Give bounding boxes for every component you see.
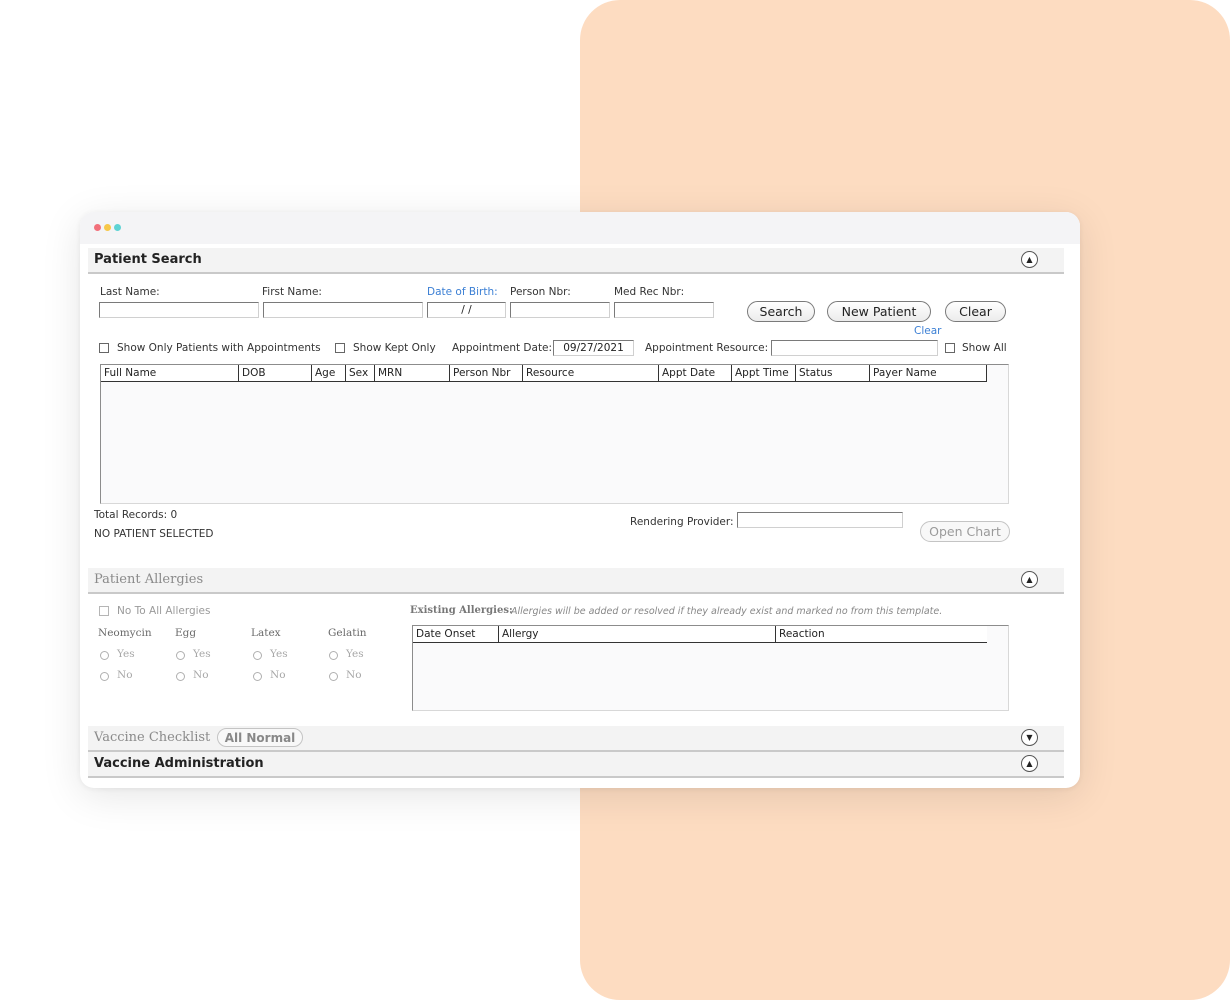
maximize-window-dot[interactable] (114, 224, 121, 231)
neomycin-yes-label: Yes (117, 648, 135, 660)
person-nbr-input[interactable] (510, 302, 610, 318)
allergen-latex-label: Latex (251, 627, 281, 639)
first-name-label: First Name: (262, 286, 322, 298)
person-nbr-label: Person Nbr: (510, 286, 571, 298)
no-to-all-allergies-label: No To All Allergies (117, 605, 211, 617)
patient-allergies-header[interactable]: Patient Allergies ▲ (88, 568, 1064, 594)
no-to-all-allergies-checkbox[interactable] (99, 606, 109, 616)
show-kept-only-checkbox[interactable] (335, 343, 345, 353)
show-only-appts-label: Show Only Patients with Appointments (117, 342, 321, 354)
allergen-egg-label: Egg (175, 627, 197, 639)
search-button[interactable]: Search (747, 301, 815, 322)
no-patient-selected-text: NO PATIENT SELECTED (94, 528, 214, 540)
last-name-input[interactable] (99, 302, 259, 318)
show-all-label: Show All (962, 342, 1007, 354)
gelatin-yes-label: Yes (346, 648, 364, 660)
egg-yes-radio[interactable] (176, 651, 185, 660)
collapse-up-icon[interactable]: ▲ (1021, 251, 1038, 268)
neomycin-no-label: No (117, 669, 133, 681)
existing-allergies-note: Allergies will be added or resolved if t… (511, 606, 943, 617)
neomycin-no-radio[interactable] (100, 672, 109, 681)
existing-allergies-table[interactable]: Date Onset Allergy Reaction (412, 625, 1009, 711)
col-mrn[interactable]: MRN (375, 365, 450, 381)
first-name-input[interactable] (263, 302, 423, 318)
open-chart-button[interactable]: Open Chart (920, 521, 1010, 542)
clear-button[interactable]: Clear (945, 301, 1006, 322)
appt-date-label: Appointment Date: (452, 342, 553, 354)
col-appt-date[interactable]: Appt Date (659, 365, 732, 381)
latex-no-radio[interactable] (253, 672, 262, 681)
vaccine-checklist-header[interactable]: Vaccine Checklist All Normal ▼ (88, 726, 1064, 752)
gelatin-yes-radio[interactable] (329, 651, 338, 660)
total-records-text: Total Records: 0 (94, 509, 178, 521)
patient-results-table[interactable]: Full Name DOB Age Sex MRN Person Nbr Res… (100, 364, 1009, 504)
col-person-nbr[interactable]: Person Nbr (450, 365, 523, 381)
neomycin-yes-radio[interactable] (100, 651, 109, 660)
show-kept-only-label: Show Kept Only (353, 342, 436, 354)
latex-yes-radio[interactable] (253, 651, 262, 660)
col-allergy[interactable]: Allergy (499, 626, 776, 642)
med-rec-input[interactable] (614, 302, 714, 318)
collapse-up-icon[interactable]: ▲ (1021, 755, 1038, 772)
col-payer-name[interactable]: Payer Name (870, 365, 987, 381)
appt-resource-input[interactable] (771, 340, 938, 356)
expand-down-icon[interactable]: ▼ (1021, 729, 1038, 746)
latex-yes-label: Yes (270, 648, 288, 660)
appt-resource-label: Appointment Resource: (645, 342, 769, 354)
all-normal-button[interactable]: All Normal (217, 728, 303, 747)
close-window-dot[interactable] (94, 224, 101, 231)
allergen-neomycin-label: Neomycin (98, 627, 152, 639)
minimize-window-dot[interactable] (104, 224, 111, 231)
egg-no-radio[interactable] (176, 672, 185, 681)
egg-yes-label: Yes (193, 648, 211, 660)
last-name-label: Last Name: (100, 286, 160, 298)
col-dob[interactable]: DOB (239, 365, 312, 381)
window-titlebar (80, 212, 1080, 244)
existing-allergies-label: Existing Allergies: (410, 605, 513, 616)
col-status[interactable]: Status (796, 365, 870, 381)
vaccine-administration-title: Vaccine Administration (94, 756, 264, 771)
patient-search-header[interactable]: Patient Search ▲ (88, 248, 1064, 274)
allergies-table-header: Date Onset Allergy Reaction (413, 626, 987, 643)
rendering-provider-label: Rendering Provider: (630, 516, 734, 528)
show-only-appts-checkbox[interactable] (99, 343, 109, 353)
results-table-header: Full Name DOB Age Sex MRN Person Nbr Res… (101, 365, 987, 382)
clear-link[interactable]: Clear (914, 325, 941, 337)
appt-date-input[interactable]: 09/27/2021 (553, 340, 634, 356)
new-patient-button[interactable]: New Patient (827, 301, 931, 322)
col-sex[interactable]: Sex (346, 365, 375, 381)
collapse-up-icon[interactable]: ▲ (1021, 571, 1038, 588)
col-resource[interactable]: Resource (523, 365, 659, 381)
med-rec-label: Med Rec Nbr: (614, 286, 685, 298)
patient-allergies-title: Patient Allergies (94, 572, 204, 587)
egg-no-label: No (193, 669, 209, 681)
allergen-gelatin-label: Gelatin (328, 627, 367, 639)
show-all-checkbox[interactable] (945, 343, 955, 353)
col-reaction[interactable]: Reaction (776, 626, 987, 642)
col-date-onset[interactable]: Date Onset (413, 626, 499, 642)
col-appt-time[interactable]: Appt Time (732, 365, 796, 381)
col-age[interactable]: Age (312, 365, 346, 381)
vaccine-checklist-title: Vaccine Checklist (94, 730, 211, 745)
gelatin-no-label: No (346, 669, 362, 681)
dob-label[interactable]: Date of Birth: (427, 286, 498, 298)
patient-search-title: Patient Search (94, 252, 202, 267)
vaccine-administration-header[interactable]: Vaccine Administration ▲ (88, 752, 1064, 778)
dob-input[interactable]: / / (427, 302, 506, 318)
rendering-provider-input[interactable] (737, 512, 903, 528)
gelatin-no-radio[interactable] (329, 672, 338, 681)
col-full-name[interactable]: Full Name (101, 365, 239, 381)
latex-no-label: No (270, 669, 286, 681)
app-window: Patient Search ▲ Last Name: First Name: … (80, 212, 1080, 788)
